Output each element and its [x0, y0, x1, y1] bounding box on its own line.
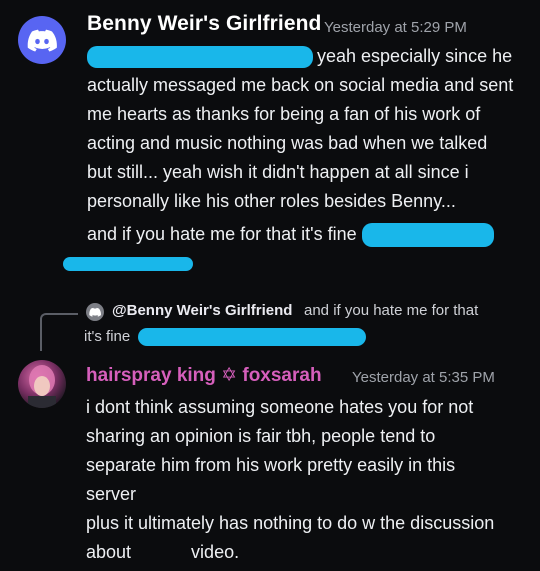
message-line: separate him from his work pretty easily…: [86, 455, 456, 475]
avatar-foxsarah[interactable]: [18, 360, 66, 408]
message-timestamp: Yesterday at 5:29 PM: [324, 19, 467, 36]
message-line: sharing an opinion is fair tbh, people t…: [86, 426, 436, 446]
redaction-mark: [63, 257, 193, 272]
message-line: about video.: [86, 542, 240, 562]
message-content: i dont think assuming someone hates you …: [86, 393, 536, 509]
reply-connector: [40, 313, 78, 351]
message-author[interactable]: hairspray king ✡ foxsarah: [86, 364, 322, 387]
message-line: me hearts as thanks for being a fan of h…: [87, 104, 481, 124]
message-content: yeah especially since he actually messag…: [87, 42, 537, 216]
message-author[interactable]: Benny Weir's Girlfriend: [87, 12, 321, 36]
redaction-mark: [87, 46, 313, 69]
message-line: and if you hate me for that it's fine: [87, 220, 537, 249]
message-line: i dont think assuming someone hates you …: [86, 397, 474, 417]
message-line: yeah especially since he: [87, 42, 537, 71]
message-line: plus it ultimately has nothing to do w t…: [86, 513, 495, 533]
redaction-mark: [361, 223, 494, 248]
message-content-followup: and if you hate me for that it's fine: [63, 220, 537, 278]
reply-preview-text-cont[interactable]: it's fine: [84, 328, 367, 347]
avatar-image: [28, 365, 56, 408]
avatar-discord-default[interactable]: [18, 16, 66, 64]
message-line: personally like his other roles besides …: [87, 191, 456, 211]
discord-small-icon[interactable]: [86, 303, 104, 321]
message-line: actually messaged me back on social medi…: [87, 75, 514, 95]
reply-mention[interactable]: @Benny Weir's Girlfriend: [112, 302, 292, 319]
message-line: but still... yeah wish it didn't happen …: [87, 162, 469, 182]
message-line: acting and music nothing was bad when we…: [87, 133, 488, 153]
message-timestamp: Yesterday at 5:35 PM: [352, 369, 495, 386]
reply-preview-text[interactable]: and if you hate me for that: [304, 302, 478, 319]
discord-logo-icon: [27, 29, 57, 52]
message-line: server: [86, 484, 137, 504]
message-content-followup: plus it ultimately has nothing to do w t…: [86, 509, 536, 567]
redaction-mark: [138, 328, 367, 347]
